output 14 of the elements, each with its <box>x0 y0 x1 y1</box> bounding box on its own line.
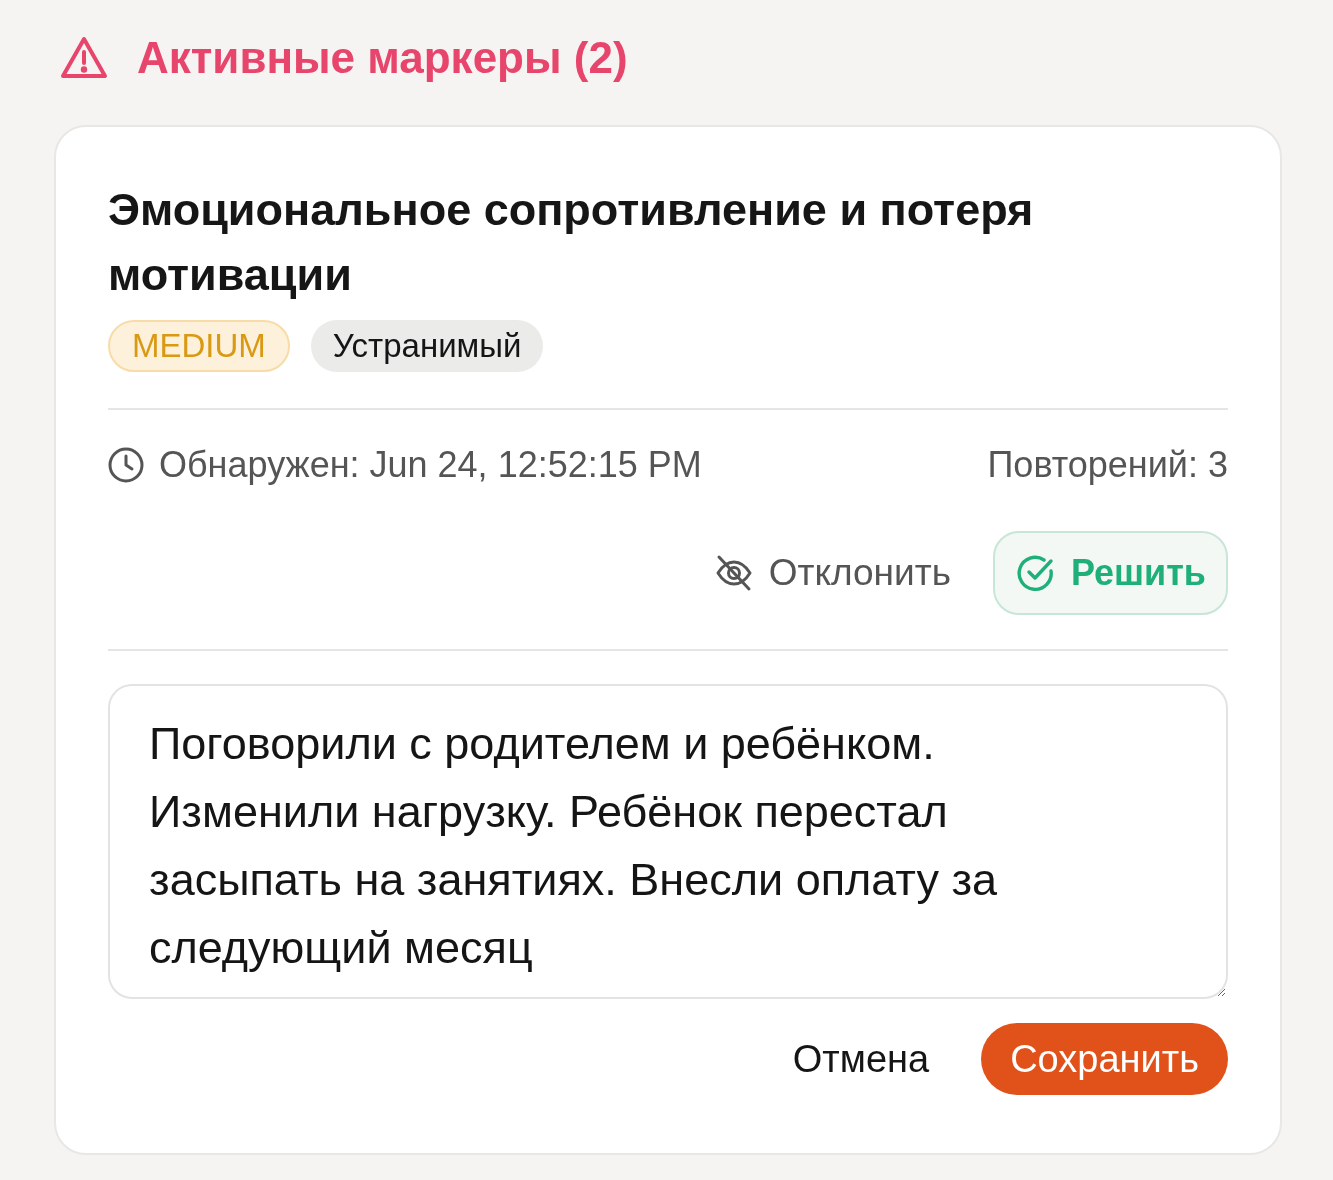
marker-title: Эмоциональное сопротивление и потеря мотивации <box>108 183 1035 302</box>
clock-icon <box>108 447 144 483</box>
severity-badge: MEDIUM <box>108 320 290 372</box>
dismiss-button[interactable]: Отклонить <box>714 552 951 594</box>
cancel-button[interactable]: Отмена <box>792 1037 930 1081</box>
section-title: Активные маркеры (2) <box>137 33 628 83</box>
repeat-count: Повторений: 3 <box>987 444 1228 486</box>
save-button[interactable]: Сохранить <box>981 1023 1228 1095</box>
eye-off-icon <box>714 554 753 592</box>
note-field[interactable]: Поговорили с родителем и ребёнком. Изменили нагрузку. Ребёнок перестал засыпать на занятиях. Внесли оплату за следующий месяц <box>108 684 1228 999</box>
category-badge: Устранимый <box>310 320 544 372</box>
warning-icon <box>60 36 108 80</box>
detected-time: Обнаружен: Jun 24, 12:52:15 PM <box>159 444 702 486</box>
check-circle-icon <box>1016 554 1055 592</box>
